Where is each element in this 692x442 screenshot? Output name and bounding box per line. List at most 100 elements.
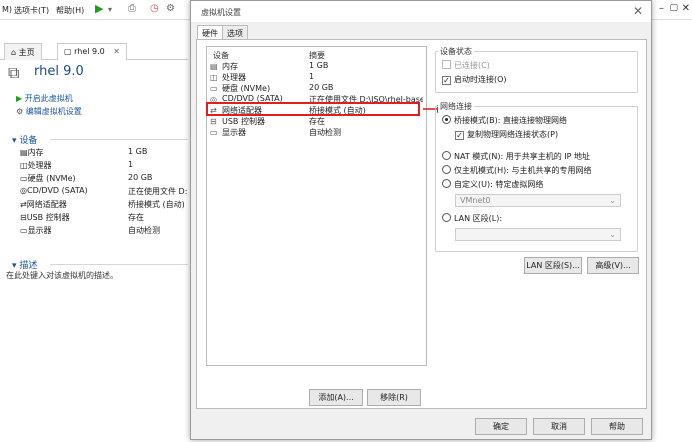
menu-item-vm[interactable]: M) [2, 5, 12, 14]
home-icon: ⌂ [11, 48, 17, 57]
device-name: USB 控制器 [26, 213, 70, 222]
vm-icon: ▢ [64, 47, 72, 56]
device-value: 正在使用文件 D:... [128, 187, 188, 196]
device-value: 1 GB [128, 147, 148, 156]
connect-at-power-on-checkbox[interactable]: ✓ 启动时连接(O) [442, 74, 507, 85]
custom-radio[interactable]: 自定义(U): 特定虚拟网络 [442, 179, 543, 190]
column-header-summary: 摘要 [309, 51, 325, 60]
revert-icon[interactable]: ◷ [150, 3, 159, 14]
advanced-button[interactable]: 高级(V)... [587, 257, 639, 274]
device-name: 硬盘 (NVMe) [222, 84, 271, 93]
device-value: 1 [128, 160, 134, 169]
device-name: 处理器 [27, 161, 52, 170]
device-row[interactable]: ▤内存 1 GB [20, 147, 190, 159]
lan-segment-radio[interactable]: LAN 区段(L): [442, 213, 502, 224]
host-only-radio[interactable]: 仅主机模式(H): 与主机共享的专用网络 [442, 165, 592, 176]
radio-unselected [442, 165, 451, 174]
edit-settings-link[interactable]: ⚙ 编辑虚拟机设置 [16, 106, 82, 117]
radio-unselected [442, 213, 451, 222]
chevron-down-icon: ▾ [12, 136, 17, 146]
tab-home[interactable]: ⌂ 主页 [4, 43, 42, 60]
device-row[interactable]: ▭显示器 自动检测 [20, 225, 190, 237]
power-on-label: 开启此虚拟机 [24, 94, 73, 103]
device-list-item[interactable]: ▤ 内存 1 GB [209, 61, 425, 72]
chevron-down-icon: ⌄ [609, 230, 616, 239]
edit-settings-label: 编辑虚拟机设置 [25, 107, 82, 116]
nat-label: NAT 模式(N): 用于共享主机的 IP 地址 [454, 152, 590, 161]
vm-header: ⧉ rhel 9.0 [0, 60, 188, 86]
custom-label: 自定义(U): 特定虚拟网络 [454, 180, 544, 189]
network-connection-heading: 网络连接 [438, 101, 474, 112]
device-summary: 20 GB [309, 83, 334, 92]
lan-segments-button[interactable]: LAN 区段(S)... [524, 257, 582, 274]
lan-segment-select[interactable]: ⌄ [455, 228, 621, 241]
settings-icon: ⚙ [16, 107, 24, 116]
device-list-item[interactable]: ⊟ USB 控制器 存在 [209, 116, 425, 127]
device-name: 内存 [27, 148, 44, 157]
devices-heading: 设备 [19, 136, 38, 146]
device-summary: 存在 [309, 117, 325, 126]
close-icon[interactable]: ✕ [682, 3, 690, 14]
device-list-item[interactable]: ▭ 硬盘 (NVMe) 20 GB [209, 83, 425, 94]
device-row[interactable]: ⇄网络适配器 桥接模式 (自动) [20, 199, 190, 211]
menu-item-tabs[interactable]: 选项卡(T) [14, 5, 49, 16]
device-list-item[interactable]: ▭ 显示器 自动检测 [209, 127, 425, 138]
remove-button[interactable]: 移除(R) [367, 389, 421, 406]
tab-options[interactable]: 选项 [222, 25, 248, 39]
checkmark-icon: ✓ [455, 131, 464, 140]
close-icon[interactable]: ✕ [633, 4, 643, 18]
custom-network-select[interactable]: VMnet0 ⌄ [455, 194, 621, 207]
display-icon: ▭ [20, 226, 28, 235]
hardware-panel: 设备 摘要 ▤ 内存 1 GB ◫ 处理器 1 ▭ 硬盘 (NVMe) 20 GB ◎ CD/… [196, 39, 647, 409]
device-list-item[interactable]: ◫ 处理器 1 [209, 72, 425, 83]
memory-icon: ▤ [20, 148, 28, 157]
tab-label: 主页 [18, 48, 35, 57]
ok-button[interactable]: 确定 [475, 418, 527, 435]
device-name: USB 控制器 [222, 117, 265, 126]
device-value: 桥接模式 (自动) [128, 200, 185, 209]
chevron-down-icon: ⌄ [609, 196, 616, 205]
dialog-titlebar: 虚拟机设置 ✕ [191, 1, 651, 22]
replicate-state-checkbox[interactable]: ✓ 复制物理网络连接状态(P) [455, 129, 558, 140]
help-button[interactable]: 帮助 [591, 418, 643, 435]
chevron-down-icon[interactable]: ▾ [108, 5, 112, 14]
checkmark-icon: ✓ [442, 76, 451, 85]
disk-icon: ▭ [210, 84, 218, 93]
description-text[interactable]: 在此处键入对该虚拟机的描述。 [6, 270, 118, 281]
device-name: 硬盘 (NVMe) [27, 174, 76, 183]
minimize-icon[interactable]: – [659, 3, 664, 14]
snapshot-icon[interactable]: ⎙ [128, 3, 136, 14]
settings-dialog: 虚拟机设置 ✕ 硬件 选项 设备 摘要 ▤ 内存 1 GB ◫ 处理器 1 ▭ 硬盘 (N… [190, 0, 652, 440]
cancel-button[interactable]: 取消 [533, 418, 585, 435]
device-row[interactable]: ◎CD/DVD (SATA) 正在使用文件 D:... [20, 186, 190, 198]
vm-icon: ⧉ [8, 63, 20, 82]
devices-section-toggle[interactable]: ▾ 设备 [12, 133, 37, 146]
page-title: rhel 9.0 [34, 64, 84, 79]
device-summary: 1 GB [309, 61, 329, 70]
device-name: CD/DVD (SATA) [26, 186, 88, 195]
tab-rhel[interactable]: ▢ rhel 9.0 ✕ [57, 43, 127, 60]
menu-item-help[interactable]: 帮助(H) [56, 5, 84, 16]
device-row[interactable]: ⊟USB 控制器 存在 [20, 212, 190, 224]
connected-label: 已连接(C) [454, 61, 490, 70]
connected-checkbox[interactable]: 已连接(C) [442, 60, 490, 71]
usb-icon: ⊟ [210, 117, 217, 126]
checkbox-box [442, 60, 451, 69]
device-name: 内存 [222, 62, 238, 71]
nat-radio[interactable]: NAT 模式(N): 用于共享主机的 IP 地址 [442, 151, 590, 162]
manage-icon[interactable]: ⚙ [166, 3, 175, 14]
close-icon[interactable]: ✕ [113, 47, 120, 56]
bridged-radio[interactable]: 桥接模式(B): 直接连接物理网络 [442, 115, 567, 126]
maximize-icon[interactable]: ▢ [669, 3, 678, 13]
device-row[interactable]: ▭硬盘 (NVMe) 20 GB [20, 173, 190, 185]
divider [50, 139, 188, 140]
memory-icon: ▤ [210, 62, 218, 71]
power-on-link[interactable]: ▶ 开启此虚拟机 [16, 93, 73, 104]
network-icon: ⇄ [20, 200, 27, 209]
add-button[interactable]: 添加(A)... [309, 389, 363, 406]
cpu-icon: ◫ [210, 73, 218, 82]
radio-selected [442, 115, 451, 124]
device-row[interactable]: ◫处理器 1 [20, 160, 190, 172]
tab-hardware[interactable]: 硬件 [197, 25, 223, 40]
play-icon[interactable]: ▶ [95, 2, 103, 15]
